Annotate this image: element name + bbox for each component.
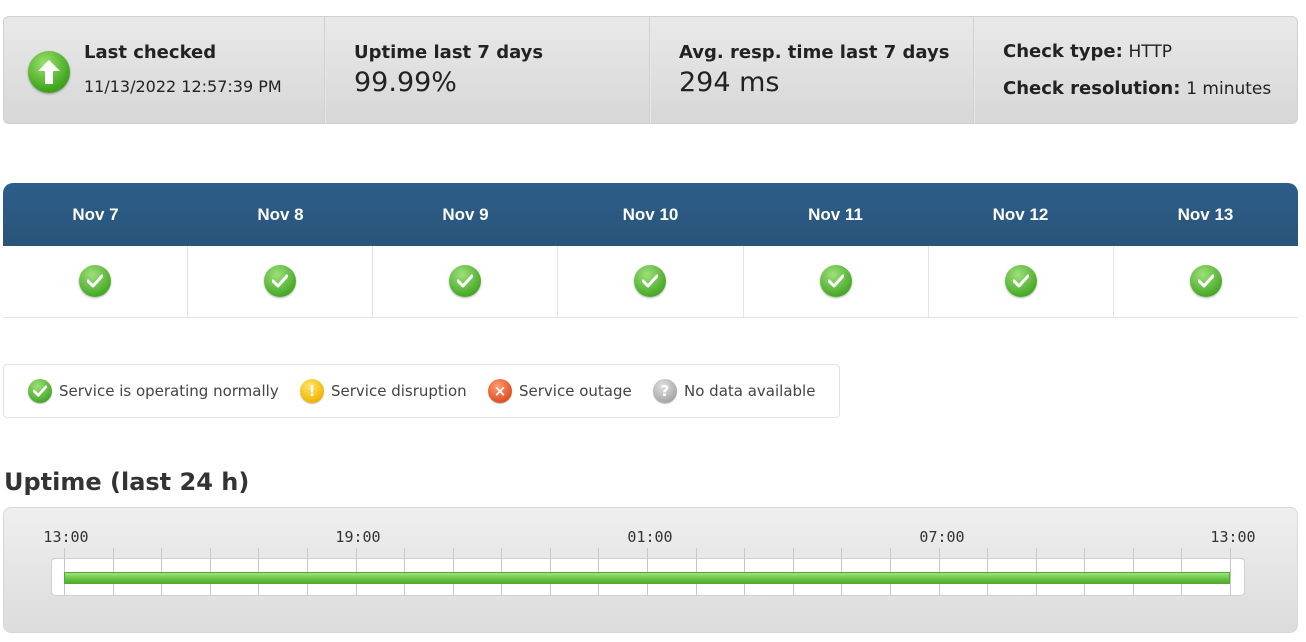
legend-item-outage: × Service outage xyxy=(488,379,632,403)
response-time-label: Avg. resp. time last 7 days xyxy=(679,42,950,63)
time-tick-label: 01:00 xyxy=(627,528,673,546)
legend-item-no-data: ? No data available xyxy=(653,379,815,403)
check-icon xyxy=(634,264,667,297)
daily-status-table: Nov 7 Nov 8 Nov 9 Nov 10 Nov 11 Nov 12 N… xyxy=(3,183,1298,318)
day-header: Nov 13 xyxy=(1177,205,1234,224)
response-time-value: 294 ms xyxy=(679,67,780,98)
day-status-cell[interactable] xyxy=(744,246,929,317)
arrow-up-icon xyxy=(28,51,70,93)
status-legend: Service is operating normally ! Service … xyxy=(3,364,840,418)
daily-status-row xyxy=(3,246,1298,318)
check-icon xyxy=(1004,264,1037,297)
legend-label: Service is operating normally xyxy=(59,382,279,400)
day-status-cell[interactable] xyxy=(558,246,744,317)
check-resolution-label: Check resolution: xyxy=(1003,78,1181,99)
day-header: Nov 9 xyxy=(442,205,489,224)
day-status-cell[interactable] xyxy=(373,246,559,317)
check-resolution-value: 1 minutes xyxy=(1186,79,1272,99)
response-time-cell: Avg. resp. time last 7 days 294 ms xyxy=(651,17,973,123)
day-header: Nov 8 xyxy=(257,205,304,224)
summary-bar: Last checked 11/13/2022 12:57:39 PM Upti… xyxy=(3,16,1298,124)
day-header: Nov 7 xyxy=(72,205,119,224)
uptime-value: 99.99% xyxy=(354,67,457,98)
uptime-24h-panel: 13:00 19:00 01:00 07:00 13:00 xyxy=(3,507,1298,633)
legend-label: Service outage xyxy=(519,382,632,400)
check-type-label: Check type: xyxy=(1003,41,1123,62)
legend-label: No data available xyxy=(684,382,816,400)
day-status-cell[interactable] xyxy=(929,246,1114,317)
hour-tick xyxy=(1230,548,1231,596)
check-icon xyxy=(819,264,852,297)
check-icon xyxy=(28,379,52,403)
day-status-cell[interactable] xyxy=(1114,246,1298,317)
last-checked-cell: Last checked 11/13/2022 12:57:39 PM xyxy=(4,17,324,123)
day-status-cell[interactable] xyxy=(188,246,374,317)
check-type: Check type: HTTP xyxy=(1003,41,1172,62)
last-checked-value: 11/13/2022 12:57:39 PM xyxy=(84,77,282,96)
check-icon xyxy=(264,264,297,297)
check-icon xyxy=(1189,264,1222,297)
uptime-24h-bar[interactable] xyxy=(64,572,1230,584)
day-header: Nov 12 xyxy=(992,205,1049,224)
time-tick-label: 19:00 xyxy=(335,528,381,546)
time-tick-label: 13:00 xyxy=(43,528,89,546)
legend-label: Service disruption xyxy=(331,382,467,400)
uptime-24h-title: Uptime (last 24 h) xyxy=(4,468,250,496)
time-tick-label: 07:00 xyxy=(919,528,965,546)
check-resolution: Check resolution: 1 minutes xyxy=(1003,78,1271,99)
daily-status-header: Nov 7 Nov 8 Nov 9 Nov 10 Nov 11 Nov 12 N… xyxy=(3,183,1298,246)
warning-icon: ! xyxy=(300,379,324,403)
check-icon xyxy=(79,264,112,297)
day-status-cell[interactable] xyxy=(3,246,189,317)
legend-item-disruption: ! Service disruption xyxy=(300,379,467,403)
question-icon: ? xyxy=(653,379,677,403)
check-icon xyxy=(449,264,482,297)
day-header: Nov 10 xyxy=(622,205,679,224)
legend-item-normal: Service is operating normally xyxy=(28,379,279,403)
uptime-cell: Uptime last 7 days 99.99% xyxy=(326,17,649,123)
x-icon: × xyxy=(488,379,512,403)
check-info-cell: Check type: HTTP Check resolution: 1 min… xyxy=(975,17,1297,123)
day-header: Nov 11 xyxy=(808,205,863,224)
time-tick-label: 13:00 xyxy=(1210,528,1256,546)
check-type-value: HTTP xyxy=(1128,42,1173,62)
uptime-label: Uptime last 7 days xyxy=(354,42,544,63)
last-checked-label: Last checked xyxy=(84,42,217,63)
